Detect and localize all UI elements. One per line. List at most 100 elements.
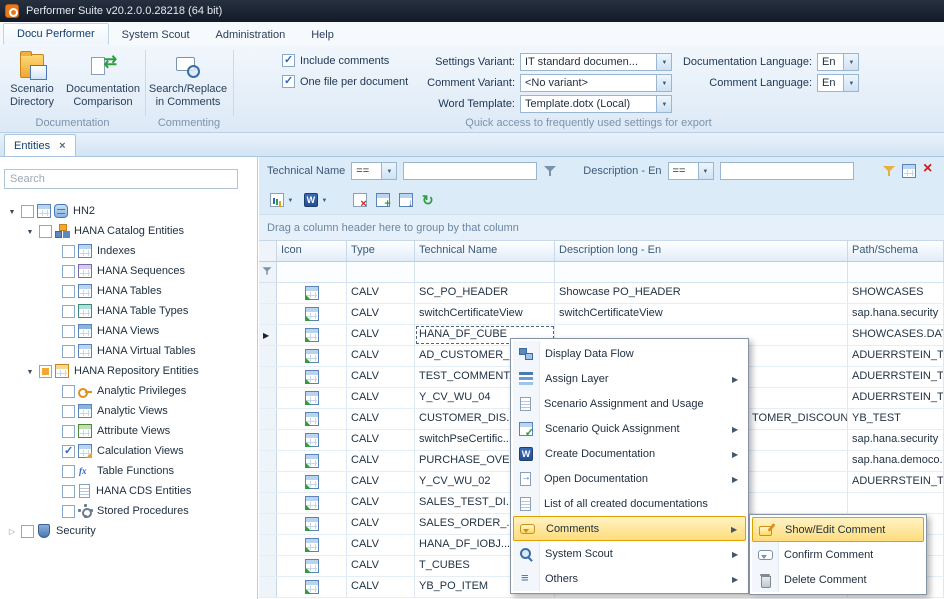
checkbox[interactable] [39, 365, 52, 378]
tab-system-scout[interactable]: System Scout [109, 25, 203, 45]
tab-administration[interactable]: Administration [203, 25, 299, 45]
menu-item-comments[interactable]: Comments [513, 516, 746, 541]
menu-item-create-documentation[interactable]: Create Documentation [513, 441, 746, 466]
tree-item-stored-procedures[interactable]: Stored Procedures [0, 501, 257, 521]
include-comments-checkbox[interactable]: Include comments [282, 54, 389, 67]
checkbox[interactable] [62, 245, 75, 258]
checkbox[interactable] [62, 505, 75, 518]
checkbox[interactable] [62, 285, 75, 298]
chevron-down-icon[interactable] [381, 163, 396, 179]
tree-item-hana-sequences[interactable]: HANA Sequences [0, 261, 257, 281]
menu-item-display-data-flow[interactable]: Display Data Flow [513, 341, 746, 366]
chevron-down-icon[interactable] [320, 194, 329, 206]
add-to-list-button[interactable] [373, 190, 393, 210]
checkbox-icon[interactable] [282, 54, 295, 67]
filter-cell[interactable] [277, 262, 347, 282]
column-header-icon[interactable]: Icon [277, 241, 347, 261]
menu-item-system-scout[interactable]: System Scout [513, 541, 746, 566]
documentation-comparison-button[interactable]: DocumentationComparison [64, 50, 142, 113]
checkbox[interactable] [62, 305, 75, 318]
export-report-button[interactable] [267, 190, 298, 210]
column-header-type[interactable]: Type [347, 241, 415, 261]
technical-name-operator-select[interactable]: == [351, 162, 397, 180]
submenu-item-show-edit-comment[interactable]: Show/Edit Comment [752, 517, 924, 542]
tab-help[interactable]: Help [298, 25, 347, 45]
tree-item-hana-cds-entities[interactable]: HANA CDS Entities [0, 481, 257, 501]
menu-item-assign-layer[interactable]: Assign Layer [513, 366, 746, 391]
tab-docu-performer[interactable]: Docu Performer [3, 23, 109, 45]
checkbox[interactable] [62, 425, 75, 438]
tree-item-analytic-views[interactable]: Analytic Views [0, 401, 257, 421]
table-row[interactable]: CALVSC_PO_HEADERShowcase PO_HEADERSHOWCA… [259, 283, 944, 304]
column-header-path-schema[interactable]: Path/Schema [848, 241, 944, 261]
documentation-language-select[interactable]: En [817, 53, 859, 71]
checkbox[interactable] [39, 225, 52, 238]
checkbox[interactable] [62, 465, 75, 478]
clear-filter-button[interactable] [922, 164, 936, 178]
export-word-button[interactable] [301, 190, 332, 210]
tree-item-calculation-views[interactable]: Calculation Views [0, 441, 257, 461]
tree-item-hana-repository-entities[interactable]: HANA Repository Entities [0, 361, 257, 381]
checkbox-icon[interactable] [282, 75, 295, 88]
tree-item-security[interactable]: Security [0, 521, 257, 541]
checkbox[interactable] [62, 325, 75, 338]
tree-item-hana-tables[interactable]: HANA Tables [0, 281, 257, 301]
tree-item-hana-table-types[interactable]: HANA Table Types [0, 301, 257, 321]
chevron-down-icon[interactable] [698, 163, 713, 179]
tree-item-analytic-privileges[interactable]: Analytic Privileges [0, 381, 257, 401]
comment-language-select[interactable]: En [817, 74, 859, 92]
one-file-per-document-checkbox[interactable]: One file per document [282, 75, 408, 88]
menu-item-list-of-documentations[interactable]: List of all created documentations [513, 491, 746, 516]
expander-icon[interactable] [24, 365, 36, 377]
refresh-button[interactable] [419, 190, 439, 210]
chevron-down-icon[interactable] [656, 96, 671, 112]
column-header-technical-name[interactable]: Technical Name [415, 241, 555, 261]
filter-options-icon[interactable] [543, 164, 557, 178]
checkbox[interactable] [62, 265, 75, 278]
submenu-item-confirm-comment[interactable]: Confirm Comment [752, 542, 924, 567]
close-icon[interactable]: × [59, 140, 65, 152]
filter-cell[interactable] [347, 262, 415, 282]
checkbox[interactable] [62, 405, 75, 418]
chevron-down-icon[interactable] [843, 75, 858, 91]
export-grid-button[interactable] [396, 190, 416, 210]
layout-settings-button[interactable] [902, 164, 916, 178]
word-template-select[interactable]: Template.dotx (Local) [520, 95, 672, 113]
tree-item-indexes[interactable]: Indexes [0, 241, 257, 261]
filter-cell[interactable] [555, 262, 848, 282]
checkbox[interactable] [62, 345, 75, 358]
description-operator-select[interactable]: == [668, 162, 714, 180]
tree-item-attribute-views[interactable]: Attribute Views [0, 421, 257, 441]
checkbox[interactable] [21, 205, 34, 218]
tree-item-hn2[interactable]: HN2 [0, 201, 257, 221]
checkbox[interactable] [62, 385, 75, 398]
checkbox[interactable] [62, 445, 75, 458]
remove-document-button[interactable] [350, 190, 370, 210]
search-replace-comments-button[interactable]: Search/Replacein Comments [148, 50, 228, 113]
filter-cell[interactable] [415, 262, 555, 282]
expander-icon[interactable] [24, 225, 36, 237]
tree-item-hana-views[interactable]: HANA Views [0, 321, 257, 341]
chevron-down-icon[interactable] [286, 194, 295, 206]
chevron-down-icon[interactable] [843, 54, 858, 70]
submenu-item-delete-comment[interactable]: Delete Comment [752, 567, 924, 592]
comment-variant-select[interactable]: <No variant> [520, 74, 672, 92]
table-row[interactable]: CALVswitchCertificateViewswitchCertifica… [259, 304, 944, 325]
menu-item-scenario-assignment[interactable]: Scenario Assignment and Usage [513, 391, 746, 416]
checkbox[interactable] [62, 485, 75, 498]
tree-item-hana-catalog-entities[interactable]: HANA Catalog Entities [0, 221, 257, 241]
expander-icon[interactable] [6, 525, 18, 537]
menu-item-open-documentation[interactable]: Open Documentation [513, 466, 746, 491]
description-filter-input[interactable] [720, 162, 854, 180]
search-input[interactable] [4, 169, 238, 189]
apply-filter-button[interactable] [882, 164, 896, 178]
menu-item-scenario-quick-assignment[interactable]: Scenario Quick Assignment [513, 416, 746, 441]
filter-cell[interactable] [848, 262, 944, 282]
checkbox[interactable] [21, 525, 34, 538]
menu-item-others[interactable]: Others [513, 566, 746, 591]
tab-entities[interactable]: Entities × [4, 134, 76, 156]
expander-icon[interactable] [6, 205, 18, 217]
technical-name-filter-input[interactable] [403, 162, 537, 180]
tree-item-table-functions[interactable]: Table Functions [0, 461, 257, 481]
tree-item-hana-virtual-tables[interactable]: HANA Virtual Tables [0, 341, 257, 361]
